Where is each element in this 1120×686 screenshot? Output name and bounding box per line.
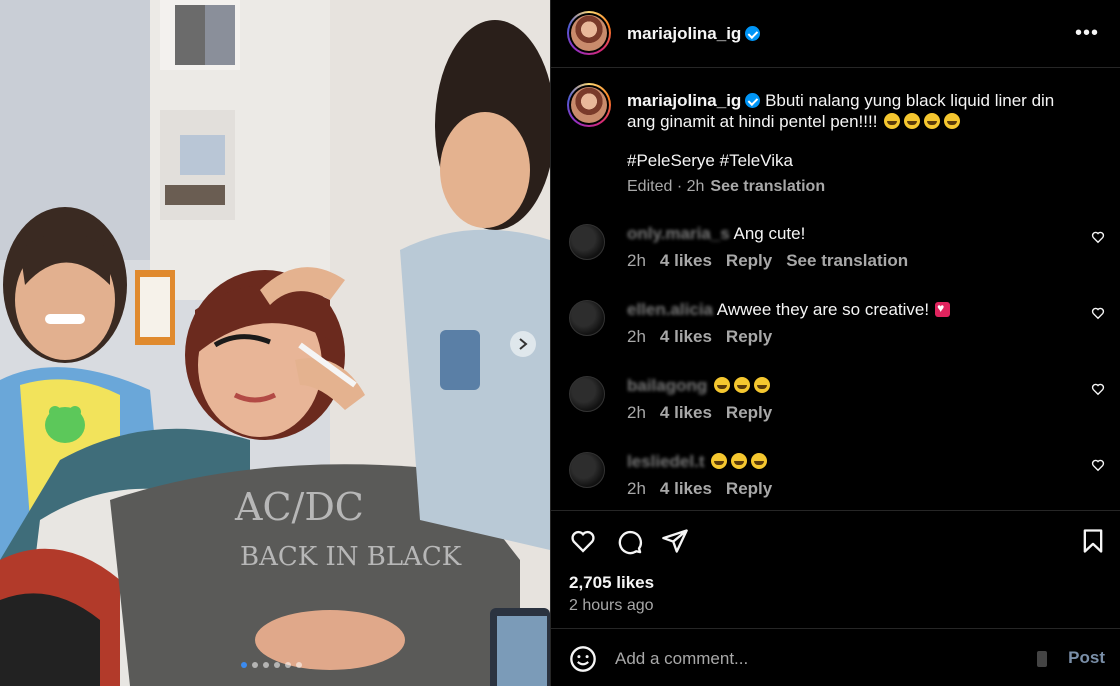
comment-avatar[interactable] — [569, 452, 605, 488]
post-actions: 2,705 likes 2 hours ago — [551, 510, 1120, 628]
caption-edited-time: Edited · 2h — [627, 178, 705, 195]
carousel-dot — [263, 662, 269, 668]
comment-meta: 2h 4 likes Reply — [627, 327, 786, 347]
rolling-laughing-emoji — [884, 113, 901, 129]
grinning-emoji — [754, 377, 771, 393]
photo-illustration: AC/DC BACK IN BLACK — [0, 0, 550, 686]
likes-count[interactable]: 2,705 likes — [569, 573, 654, 593]
caption-see-translation[interactable]: See translation — [710, 178, 825, 195]
caption-username[interactable]: mariajolina_ig — [627, 91, 741, 110]
author-username[interactable]: mariajolina_ig — [627, 24, 741, 43]
comment-like-icon[interactable] — [1091, 382, 1105, 396]
rolling-laughing-emoji — [904, 113, 921, 129]
rolling-laughing-emoji — [944, 113, 961, 129]
comment-meta: 2h 4 likes Reply See translation — [627, 251, 922, 271]
comment-likes[interactable]: 4 likes — [660, 251, 712, 270]
comment-username[interactable]: ellen.alicia — [627, 300, 713, 319]
carousel-dots — [241, 662, 302, 668]
carousel-dot — [285, 662, 291, 668]
rolling-laughing-emoji — [924, 113, 941, 129]
post-timestamp: 2 hours ago — [569, 597, 654, 614]
carousel-dot — [252, 662, 258, 668]
carousel-dot — [274, 662, 280, 668]
resize-handle-icon — [1037, 651, 1047, 667]
comment-content: bailagong — [627, 376, 772, 396]
caption-hashtags[interactable]: #PeleSerye #TeleVika — [627, 151, 793, 171]
carousel-next-button[interactable] — [510, 331, 536, 357]
comment-item: only.maria_s Ang cute! 2h 4 likes Reply See… — [551, 224, 1120, 294]
grinning-emoji — [714, 377, 731, 393]
add-comment-bar: Post — [551, 628, 1120, 686]
author-name-row: mariajolina_ig — [627, 24, 761, 44]
comment-bubble-icon[interactable] — [615, 527, 643, 555]
comment-content: ellen.alicia Awwee they are so creative! — [627, 300, 951, 320]
post-header: mariajolina_ig ••• — [551, 0, 1120, 68]
carousel-dot-active — [241, 662, 247, 668]
emoji-smile-icon[interactable] — [569, 645, 597, 673]
comment-text: Ang cute! — [733, 224, 806, 243]
post-photo[interactable]: AC/DC BACK IN BLACK — [0, 0, 550, 686]
comment-likes[interactable]: 4 likes — [660, 479, 712, 498]
comment-reply-button[interactable]: Reply — [726, 251, 772, 270]
grinning-emoji — [731, 453, 748, 469]
chevron-right-icon — [519, 338, 528, 350]
caption-meta: Edited · 2h See translation — [627, 178, 825, 196]
comment-see-translation[interactable]: See translation — [786, 251, 908, 270]
comment-like-icon[interactable] — [1091, 306, 1105, 320]
comment-avatar[interactable] — [569, 300, 605, 336]
author-avatar[interactable] — [567, 11, 611, 55]
comment-avatar[interactable] — [569, 224, 605, 260]
comment-username[interactable]: bailagong — [627, 376, 707, 395]
svg-text:AC/DC: AC/DC — [234, 485, 364, 529]
svg-text:BACK IN BLACK: BACK IN BLACK — [240, 542, 462, 572]
comment-username[interactable]: lesliedel.t — [627, 452, 704, 471]
heart-outline-icon[interactable] — [569, 527, 597, 555]
carousel-dot — [296, 662, 302, 668]
comment-avatar[interactable] — [569, 376, 605, 412]
comment-time: 2h — [627, 251, 646, 270]
caption-avatar[interactable] — [567, 83, 611, 127]
comment-time: 2h — [627, 403, 646, 422]
comment-item: bailagong 2h 4 likes Reply — [551, 376, 1120, 446]
comment-input[interactable] — [615, 647, 1015, 671]
paper-plane-icon[interactable] — [661, 527, 689, 555]
comment-meta: 2h 4 likes Reply — [627, 403, 786, 423]
comment-likes[interactable]: 4 likes — [660, 403, 712, 422]
verified-badge-icon — [745, 26, 761, 41]
post-comment-button[interactable]: Post — [1068, 648, 1105, 668]
heart-emoji — [935, 301, 951, 317]
comment-content: lesliedel.t — [627, 452, 769, 472]
comment-time: 2h — [627, 327, 646, 346]
caption-text-block: mariajolina_ig Bbuti nalang yung black l… — [627, 90, 1087, 132]
post-detail-pane: mariajolina_ig ••• mariajolina_ig Bbuti … — [550, 0, 1120, 686]
comment-item: ellen.alicia Awwee they are so creative!… — [551, 300, 1120, 370]
comment-reply-button[interactable]: Reply — [726, 479, 772, 498]
comment-time: 2h — [627, 479, 646, 498]
comment-content: only.maria_s Ang cute! — [627, 224, 805, 244]
bookmark-icon[interactable] — [1079, 527, 1107, 555]
comment-reply-button[interactable]: Reply — [726, 327, 772, 346]
verified-badge-icon — [745, 93, 761, 108]
comment-like-icon[interactable] — [1091, 230, 1105, 244]
comment-likes[interactable]: 4 likes — [660, 327, 712, 346]
comment-reply-button[interactable]: Reply — [726, 403, 772, 422]
comment-like-icon[interactable] — [1091, 458, 1105, 472]
comment-username[interactable]: only.maria_s — [627, 224, 730, 243]
grinning-emoji — [734, 377, 751, 393]
grinning-emoji — [751, 453, 768, 469]
more-options-icon[interactable]: ••• — [1075, 22, 1099, 45]
comment-meta: 2h 4 likes Reply — [627, 479, 786, 499]
grinning-emoji — [711, 453, 728, 469]
comment-text: Awwee they are so creative! — [716, 300, 930, 319]
